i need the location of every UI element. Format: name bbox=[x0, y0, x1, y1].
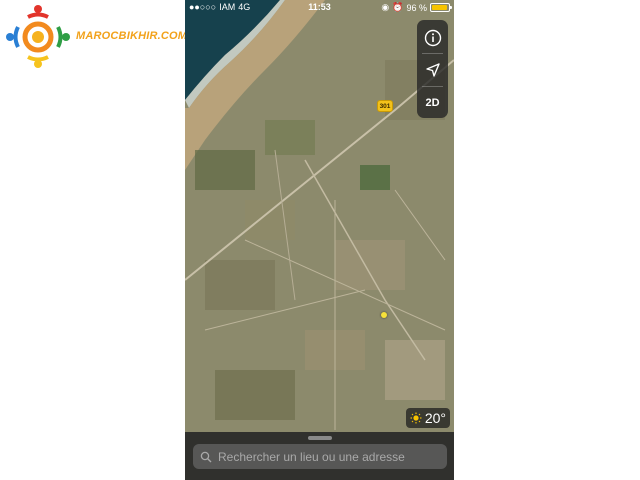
battery-fill bbox=[432, 5, 448, 10]
search-placeholder: Rechercher un lieu ou une adresse bbox=[218, 449, 405, 464]
search-icon bbox=[200, 451, 212, 462]
sun-icon bbox=[410, 412, 422, 424]
site-logo: MAROCBIKHIR.COM bbox=[2, 2, 192, 68]
screenshot-frame: MAROCBIKHIR.COM ●●○○○ IAM 4G 11:53 ◉ ⏰ 9… bbox=[0, 0, 640, 480]
2d-3d-toggle[interactable]: 2D bbox=[417, 87, 448, 118]
battery-icon bbox=[430, 3, 452, 12]
search-field[interactable]: Rechercher un lieu ou une adresse bbox=[193, 444, 447, 469]
temperature: 20° bbox=[424, 410, 446, 426]
battery-percent: 96 % bbox=[406, 2, 427, 13]
info-button[interactable] bbox=[417, 22, 448, 53]
site-name: MAROCBIKHIR.COM bbox=[76, 30, 188, 42]
weather-badge: 20° bbox=[405, 408, 450, 428]
sheet-grabber[interactable] bbox=[308, 436, 332, 440]
status-bar: ●●○○○ IAM 4G 11:53 ◉ ⏰ 96 % bbox=[185, 0, 454, 14]
maps-app-screen: ●●○○○ IAM 4G 11:53 ◉ ⏰ 96 % 2D 301 20° R… bbox=[185, 0, 454, 480]
logo-mark bbox=[6, 5, 70, 68]
map-controls: 2D bbox=[417, 20, 448, 118]
locate-button[interactable] bbox=[417, 54, 448, 85]
battery-tip bbox=[450, 6, 452, 9]
alarm-icon: ⏰ bbox=[392, 2, 404, 12]
location-pin[interactable] bbox=[381, 312, 387, 318]
search-sheet: Rechercher un lieu ou une adresse bbox=[185, 432, 454, 480]
info-icon bbox=[424, 29, 441, 46]
orientation-lock-icon: ◉ bbox=[381, 2, 390, 12]
route-shield: 301 bbox=[377, 100, 393, 112]
location-arrow-icon bbox=[425, 62, 440, 77]
